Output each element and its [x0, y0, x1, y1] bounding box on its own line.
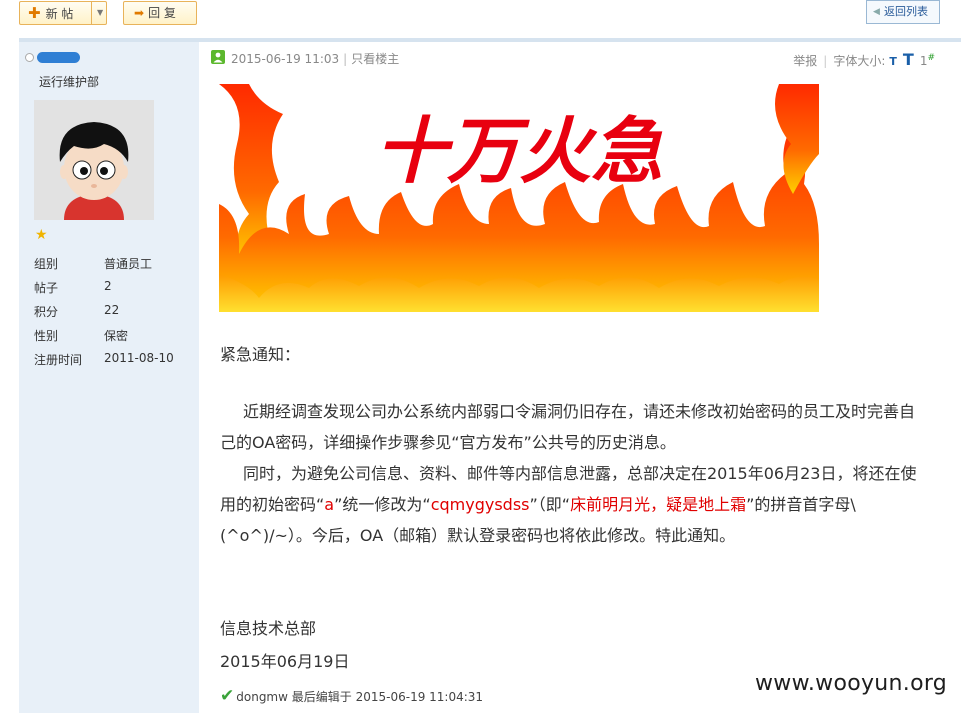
stat-label: 性别	[34, 329, 59, 343]
author-stat-points: 积分 22	[34, 303, 194, 321]
p2-text-b: ”统一修改为“	[334, 495, 431, 514]
post-tools: 举报 | 字体大小: T T 1#	[793, 50, 935, 69]
signature-org: 信息技术总部	[220, 619, 317, 638]
poem-line: 床前明月光，疑是地上霜	[570, 495, 747, 514]
notice-heading: 紧急通知：	[220, 345, 301, 364]
rank-star-icon: ★	[35, 227, 48, 243]
edit-label: 最后编辑于	[291, 690, 352, 704]
reply-arrow-icon: ➡	[134, 6, 145, 20]
watermark: www.wooyun.org	[755, 671, 948, 696]
post-status-icon	[211, 50, 225, 64]
signature-date: 2015年06月19日	[220, 652, 350, 671]
username-redacted[interactable]	[37, 52, 80, 63]
offline-status-icon	[25, 53, 34, 62]
reply-label: 回 复	[148, 6, 176, 20]
p2-text-c: ”（即“	[529, 495, 571, 514]
back-to-list-label: 返回列表	[884, 5, 928, 18]
chevron-left-icon: ◀	[873, 7, 880, 17]
only-op-link[interactable]: 只看楼主	[351, 52, 399, 66]
font-large-button[interactable]: T	[903, 50, 914, 69]
report-link[interactable]: 举报	[793, 54, 817, 68]
new-password: cqmygysdss	[430, 495, 530, 514]
banner-image: 十万火急	[219, 84, 819, 312]
button-divider	[91, 2, 92, 24]
stat-value: 2011-08-10	[104, 351, 174, 365]
avatar[interactable]	[34, 100, 154, 220]
edit-info: ✔ dongmw 最后编辑于 2015-06-19 11:04:31	[220, 686, 483, 706]
banner-title: 十万火急	[375, 112, 663, 192]
author-stat-gender: 性别 保密	[34, 327, 194, 345]
stat-value[interactable]: 2	[104, 279, 112, 293]
edit-time: 2015-06-19 11:04:31	[355, 690, 484, 704]
back-to-list-button[interactable]: ◀ 返回列表	[866, 0, 940, 24]
floor-mark: #	[927, 53, 935, 63]
post-timestamp: 2015-06-19 11:03	[231, 52, 340, 66]
reply-button[interactable]: ➡ 回 复	[123, 1, 197, 25]
notice-paragraph-2: 同时，为避免公司信息、资料、邮件等内部信息泄露，总部决定在2015年06月23日…	[220, 458, 930, 551]
thread-toolbar: ✚ 新 帖 ▼ ➡ 回 复 ◀ 返回列表	[0, 0, 961, 36]
author-department: 运行维护部	[39, 75, 100, 89]
avatar-image	[34, 100, 154, 220]
post-meta: 2015-06-19 11:03 | 只看楼主	[231, 52, 400, 66]
stat-value: 保密	[104, 329, 129, 343]
floor-number[interactable]: 1#	[920, 53, 935, 68]
font-size-label: 字体大小:	[833, 54, 886, 68]
stat-label: 注册时间	[34, 353, 83, 367]
checkmark-icon: ✔	[220, 686, 235, 706]
new-post-button[interactable]: ✚ 新 帖 ▼	[19, 1, 107, 25]
stat-value: 普通员工	[104, 257, 153, 271]
old-password: a	[324, 495, 335, 514]
author-stat-group: 组别 普通员工	[34, 255, 194, 273]
stat-label: 组别	[34, 257, 59, 271]
stat-value: 22	[104, 303, 120, 317]
notice-paragraph-1: 近期经调查发现公司办公系统内部弱口令漏洞仍旧存在，请还未修改初始密码的员工及时完…	[220, 402, 916, 452]
editor-name[interactable]: dongmw	[236, 690, 288, 704]
font-small-button[interactable]: T	[889, 55, 897, 68]
chevron-down-icon[interactable]: ▼	[97, 2, 103, 24]
author-stat-posts: 帖子 2	[34, 279, 194, 297]
new-post-label: 新 帖	[45, 7, 74, 21]
stat-label: 积分	[34, 305, 59, 319]
plus-icon: ✚	[28, 4, 41, 22]
author-stat-registered: 注册时间 2011-08-10	[34, 351, 194, 369]
stat-label: 帖子	[34, 281, 59, 295]
